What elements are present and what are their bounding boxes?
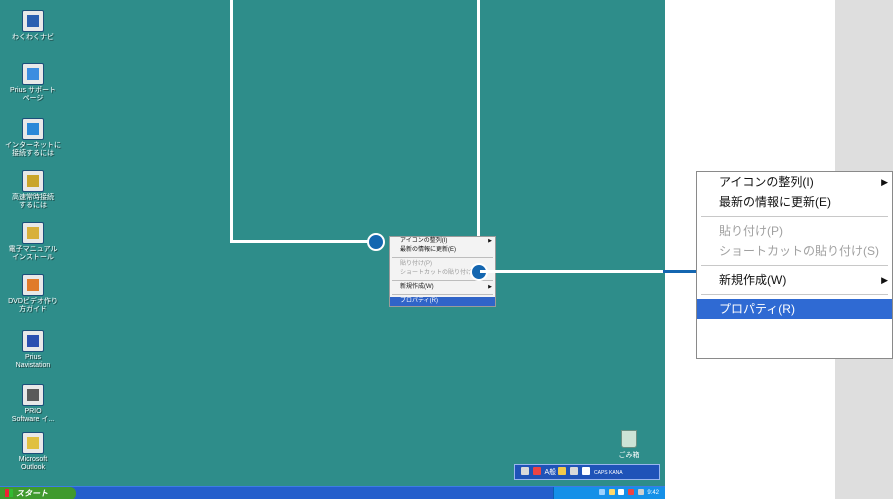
input-mode-label[interactable]: A般 [545,469,557,476]
submenu-arrow-icon: ▶ [488,284,492,290]
menu-separator [701,294,888,295]
menu-item[interactable]: 新規作成(W) ▶ [390,283,495,292]
desktop-icon[interactable]: 高速常時接続 するには [3,170,63,210]
dvd-guide-icon [22,274,44,296]
security-icon[interactable] [627,489,634,495]
menu-item[interactable]: プロパティ(R) [697,299,892,319]
menu-item-label: プロパティ(R) [719,302,795,316]
callout-line-vertical-left [230,0,233,243]
menu-separator [701,216,888,217]
ime-icon [532,467,541,475]
desktop-icon-label: 電子マニュアル インストール [8,246,58,261]
menu-item[interactable]: アイコンの整列(I) ▶ [697,172,892,192]
desktop[interactable]: わくわくナビ Prius サポート ページ インターネットに 接続するには 高速常時接… [0,0,665,499]
trash-icon [621,430,637,448]
desktop-icon-label: DVDビデオ作り 方ガイド [8,298,58,313]
start-button[interactable]: スタート [0,487,76,499]
menu-item-label: 貼り付け(P) [400,261,432,267]
menu-item-label: アイコンの整列(I) [400,238,448,244]
start-button-label: スタート [16,489,48,498]
recycle-bin-label: ごみ箱 [618,452,640,459]
desktop-icon[interactable]: Prius Navistation [3,330,63,370]
menu-item-label: ショートカットの貼り付け(S) [400,270,480,276]
volume-icon[interactable] [608,489,615,495]
menu-item-label: アイコンの整列(I) [719,175,814,189]
desktop-icon-label: PRIO Software イ... [11,408,55,423]
windows-logo-icon [5,489,13,497]
menu-item-label: 新規作成(W) [400,284,434,290]
menu-item-label: ショートカットの貼り付け(S) [719,244,879,258]
menu-item-label: プロパティ(R) [400,298,438,304]
menu-item: ショートカットの貼り付け(S) [697,241,892,261]
callout-line-horizontal [230,240,376,243]
menu-item-label: 貼り付け(P) [719,224,783,238]
taskbar: スタート 9:42 [0,486,665,499]
desktop-icon-label: Microsoft Outlook [18,456,48,471]
desktop-icon[interactable]: PRIO Software イ... [3,384,63,424]
desktop-icon-label: Prius Navistation [15,354,51,369]
menu-item-label: 最新の情報に更新(E) [719,195,831,209]
support-page-icon [22,63,44,85]
desktop-icon[interactable]: Microsoft Outlook [3,432,63,472]
submenu-arrow-icon: ▶ [488,238,492,244]
recycle-bin[interactable]: ごみ箱 [614,430,644,460]
desktop-icon-label: 高速常時接続 するには [12,194,54,209]
callout-line-blue [663,270,696,273]
broadband-icon [22,170,44,192]
menu-separator [701,265,888,266]
clock[interactable]: 9:42 [647,490,659,496]
wakuwaku-navi-icon [22,10,44,32]
menu-item-label: 新規作成(W) [719,273,787,287]
manual-install-icon [22,222,44,244]
internet-connect-icon [22,118,44,140]
network-icon[interactable] [598,489,605,495]
display-icon[interactable] [637,489,644,495]
menu-item[interactable]: 新規作成(W) ▶ [697,270,892,290]
submenu-arrow-icon: ▶ [881,177,888,187]
desktop-icon-label: わくわくナビ [12,34,54,41]
desktop-icon[interactable]: Prius サポート ページ [3,63,63,103]
menu-item[interactable]: 最新の情報に更新(E) [390,246,495,255]
menu-separator [392,257,493,258]
prio-software-icon [22,384,44,406]
tray-app-icon[interactable] [618,489,625,495]
menu-item[interactable]: アイコンの整列(I) ▶ [390,237,495,246]
tools-icon[interactable] [570,467,579,475]
language-bar[interactable]: A般 CAPS KANA [514,464,660,480]
caps-kana-indicator: CAPS KANA [594,470,623,476]
system-tray: 9:42 [553,487,665,499]
menu-separator [392,294,493,295]
menu-item[interactable]: プロパティ(R) [390,297,495,306]
callout-dot-right-click [367,233,385,251]
outlook-icon [22,432,44,454]
desktop-icon[interactable]: インターネットに 接続するには [3,118,63,158]
ime-pad-icon[interactable] [558,467,567,475]
menu-item[interactable]: 最新の情報に更新(E) [697,192,892,212]
context-menu-large: アイコンの整列(I) ▶ 最新の情報に更新(E) 貼り付け(P) ショートカットの貼り付… [696,171,893,359]
desktop-icon[interactable]: わくわくナビ [3,10,63,42]
desktop-icon[interactable]: 電子マニュアル インストール [3,222,63,262]
keyboard-icon [521,467,529,475]
menu-item-label: 最新の情報に更新(E) [400,247,456,253]
desktop-icon-label: インターネットに 接続するには [5,142,61,157]
submenu-arrow-icon: ▶ [881,275,888,285]
desktop-icon[interactable]: DVDビデオ作り 方ガイド [3,274,63,314]
menu-item: 貼り付け(P) [697,221,892,241]
navistation-icon [22,330,44,352]
desktop-icon-label: Prius サポート ページ [10,87,56,102]
help-icon[interactable] [582,467,591,475]
callout-line-vertical-right [477,0,480,272]
